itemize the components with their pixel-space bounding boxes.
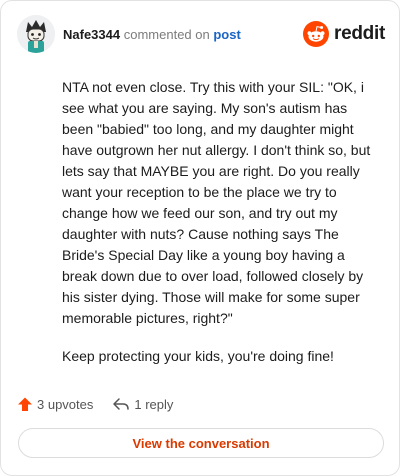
- upvote-button[interactable]: 3 upvotes: [17, 396, 93, 412]
- reply-arrow-icon: [113, 398, 130, 410]
- reddit-logo[interactable]: reddit: [303, 20, 385, 48]
- view-conversation-label: View the conversation: [132, 435, 270, 451]
- reddit-snoo-icon: [303, 21, 330, 47]
- comment-meta: Nafe3344 commented on post: [63, 27, 241, 42]
- upvote-arrow-icon: [18, 397, 32, 411]
- commented-on-text: commented on: [123, 27, 210, 42]
- comment-paragraph: Keep protecting your kids, you're doing …: [62, 348, 334, 364]
- brand-wordmark: reddit: [334, 23, 385, 44]
- comment-paragraph: NTA not even close. Try this with your S…: [62, 79, 371, 326]
- view-conversation-button[interactable]: View the conversation: [18, 428, 384, 458]
- user-avatar[interactable]: [17, 15, 55, 53]
- post-link[interactable]: post: [213, 27, 240, 42]
- username-link[interactable]: Nafe3344: [63, 27, 120, 42]
- comment-card: Nafe3344 commented on post reddit NTA no…: [0, 0, 400, 476]
- reply-count: 1 reply: [134, 396, 174, 412]
- reply-button[interactable]: 1 reply: [112, 396, 173, 412]
- upvote-count: 3 upvotes: [37, 396, 94, 412]
- comment-header: Nafe3344 commented on post reddit: [17, 15, 385, 55]
- comment-body: NTA not even close. Try this with your S…: [62, 77, 382, 384]
- comment-actions: 3 upvotes 1 reply: [17, 394, 173, 414]
